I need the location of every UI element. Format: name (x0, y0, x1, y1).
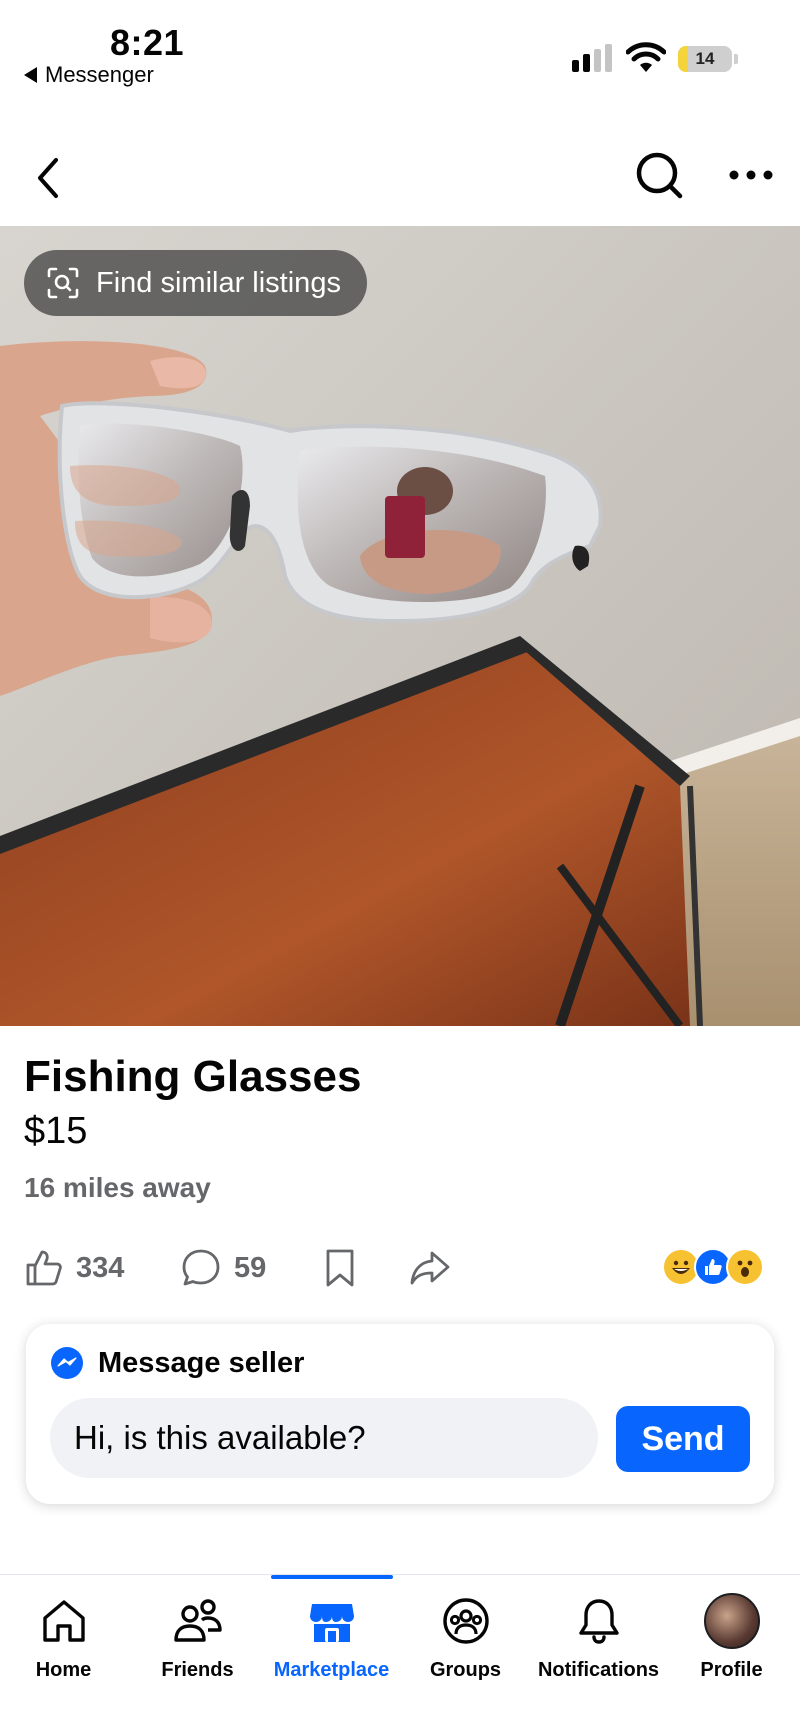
tab-notifications-label: Notifications (537, 1659, 660, 1681)
listing-distance: 16 miles away (24, 1172, 211, 1203)
search-icon[interactable] (632, 148, 688, 204)
home-icon (42, 1600, 85, 1642)
tab-profile-label: Profile (700, 1659, 763, 1681)
wifi-icon (626, 42, 666, 72)
listing-actions: 334 59 (0, 1240, 800, 1296)
status-time: 8:21 (110, 22, 185, 63)
message-seller-header: Message seller (50, 1346, 304, 1380)
friends-icon (173, 1599, 222, 1642)
marketplace-icon (309, 1604, 354, 1642)
bottom-tab-bar: Home Friends Marketplace Groups Notifica… (0, 1574, 800, 1734)
battery-percent: 14 (695, 49, 715, 68)
back-app-label: Messenger (45, 62, 154, 87)
nav-header (0, 130, 800, 226)
tab-marketplace-label: Marketplace (273, 1659, 390, 1681)
back-triangle-icon (24, 67, 37, 83)
listing-photo[interactable] (0, 226, 800, 1026)
battery-level (678, 46, 688, 72)
more-horizontal-icon[interactable] (726, 160, 776, 190)
like-button[interactable]: 334 (24, 1240, 124, 1296)
save-button[interactable] (322, 1240, 358, 1296)
surprised-face-icon (726, 1248, 764, 1286)
message-seller-card: Message seller Hi, is this available? Se… (26, 1324, 774, 1504)
send-button[interactable]: Send (616, 1406, 750, 1472)
tab-notifications[interactable]: Notifications (532, 1593, 665, 1682)
tab-marketplace[interactable]: Marketplace (265, 1593, 398, 1682)
thumbs-up-icon (26, 1250, 62, 1286)
chevron-left-icon[interactable] (30, 150, 70, 206)
share-button[interactable] (408, 1240, 452, 1296)
message-seller-label: Message seller (98, 1346, 305, 1379)
groups-icon (442, 1598, 489, 1644)
cellular-signal-icon (572, 44, 612, 72)
active-tab-indicator (271, 1575, 393, 1579)
battery-indicator: 14 (678, 46, 738, 72)
find-similar-listings-button[interactable]: Find similar listings (24, 250, 367, 316)
avatar (703, 1593, 760, 1649)
tab-home[interactable]: Home (0, 1593, 130, 1682)
comment-icon (182, 1249, 220, 1286)
back-to-messenger[interactable]: Messenger (24, 62, 154, 88)
message-input[interactable]: Hi, is this available? (50, 1398, 598, 1478)
comment-count: 59 (234, 1251, 267, 1284)
tab-profile[interactable]: Profile (665, 1593, 798, 1682)
messenger-icon (51, 1347, 83, 1379)
tab-groups[interactable]: Groups (399, 1593, 532, 1682)
bookmark-icon (326, 1249, 354, 1287)
like-count: 334 (76, 1251, 125, 1284)
listing-title: Fishing Glasses (24, 1052, 362, 1101)
tab-friends[interactable]: Friends (131, 1593, 264, 1682)
find-similar-label: Find similar listings (96, 266, 341, 299)
reaction-summary[interactable] (662, 1248, 764, 1286)
status-bar: 8:21 Messenger 14 (0, 0, 800, 100)
tab-home-label: Home (35, 1659, 92, 1681)
glasses-photo (0, 226, 800, 1026)
comment-button[interactable]: 59 (180, 1240, 266, 1296)
listing-price: $15 (24, 1110, 88, 1152)
image-search-icon (47, 267, 79, 299)
tab-groups-label: Groups (429, 1659, 502, 1681)
message-input-value: Hi, is this available? (74, 1419, 366, 1456)
bell-icon (578, 1599, 619, 1644)
tab-friends-label: Friends (161, 1659, 234, 1681)
share-icon (410, 1251, 450, 1285)
